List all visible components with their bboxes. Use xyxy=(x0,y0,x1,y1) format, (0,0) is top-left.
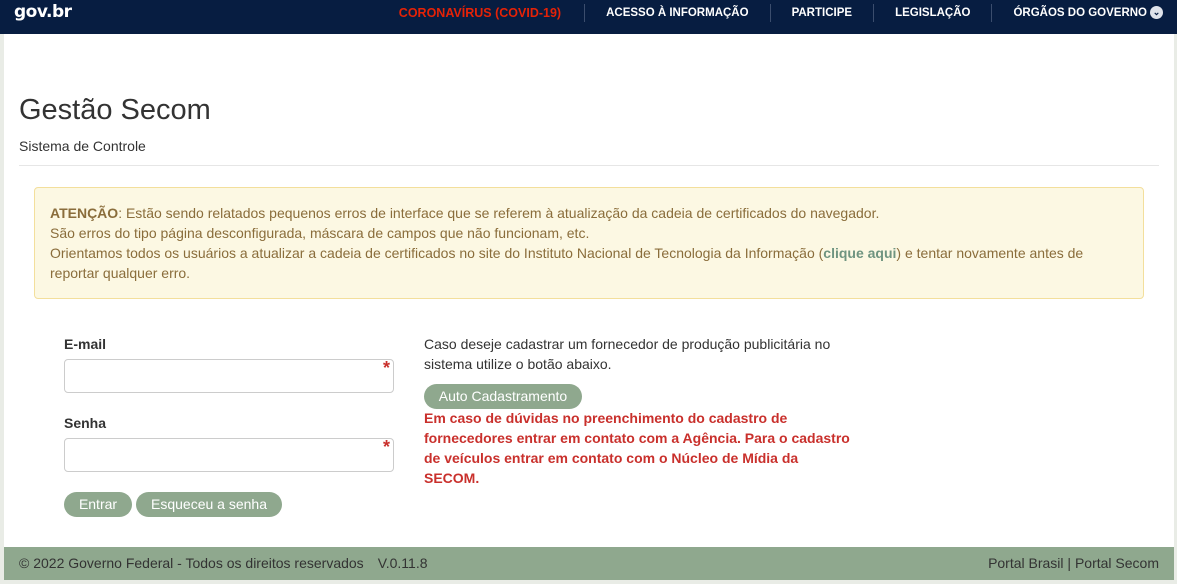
warning-alert: ATENÇÃO: Estão sendo relatados pequenos … xyxy=(34,187,1144,299)
footer-copyright: © 2022 Governo Federal - Todos os direit… xyxy=(19,555,364,571)
footer-link-separator: | xyxy=(1063,555,1075,571)
nav-item-acesso-informacao[interactable]: ACESSO À INFORMAÇÃO xyxy=(585,1,769,25)
alert-strong: ATENÇÃO xyxy=(50,205,119,221)
nav-item-participe[interactable]: PARTICIPE xyxy=(771,1,874,25)
gov-top-bar: gov.br CORONAVÍRUS (COVID-19) ACESSO À I… xyxy=(0,0,1177,34)
password-field-wrap: * xyxy=(64,437,394,472)
alert-line2: São erros do tipo página desconfigurada,… xyxy=(50,225,590,241)
page-container: Gestão Secom Sistema de Controle ATENÇÃO… xyxy=(4,34,1174,547)
forgot-password-button[interactable]: Esqueceu a senha xyxy=(136,492,282,517)
register-warning-text: Em caso de dúvidas no preenchimento do c… xyxy=(424,410,850,486)
page-subtitle: Sistema de Controle xyxy=(19,138,146,154)
nav-item-covid[interactable]: CORONAVÍRUS (COVID-19) xyxy=(378,1,584,25)
password-field[interactable] xyxy=(65,439,393,471)
email-label: E-mail xyxy=(64,336,107,352)
email-field[interactable] xyxy=(65,360,393,392)
page-title: Gestão Secom xyxy=(19,94,211,126)
header-divider xyxy=(19,165,1159,166)
password-label: Senha xyxy=(64,415,107,431)
nav-item-legislacao[interactable]: LEGISLAÇÃO xyxy=(874,1,991,25)
nav-item-orgaos-governo[interactable]: ÓRGÃOS DO GOVERNO ⌄ xyxy=(992,1,1177,25)
footer-links: Portal Brasil | Portal Secom xyxy=(988,547,1159,580)
alert-line1: : Estão sendo relatados pequenos erros d… xyxy=(118,205,880,221)
email-field-wrap: * xyxy=(64,358,394,393)
required-asterisk-icon: * xyxy=(382,358,390,378)
portal-brasil-link[interactable]: Portal Brasil xyxy=(988,555,1063,571)
auto-cadastramento-button[interactable]: Auto Cadastramento xyxy=(424,384,582,409)
logo-text-br: .br xyxy=(46,2,72,22)
alert-line3-start: Orientamos todos os usuários a atualizar… xyxy=(50,245,824,261)
logo-text-gov: gov xyxy=(14,2,47,22)
nav-item-orgaos-label: ÓRGÃOS DO GOVERNO xyxy=(1013,7,1147,19)
gov-nav: CORONAVÍRUS (COVID-19) ACESSO À INFORMAÇ… xyxy=(378,0,1177,26)
footer: © 2022 Governo Federal - Todos os direit… xyxy=(4,547,1174,580)
chevron-down-icon[interactable]: ⌄ xyxy=(1150,6,1163,19)
footer-left: © 2022 Governo Federal - Todos os direit… xyxy=(19,547,428,580)
entrar-button[interactable]: Entrar xyxy=(64,492,132,517)
govbr-logo[interactable]: gov.br xyxy=(14,2,72,22)
clique-aqui-link[interactable]: clique aqui xyxy=(823,245,896,261)
portal-secom-link[interactable]: Portal Secom xyxy=(1075,555,1159,571)
register-info-text: Caso deseje cadastrar um fornecedor de p… xyxy=(424,336,831,372)
required-asterisk-icon: * xyxy=(382,437,390,457)
footer-version: V.0.11.8 xyxy=(377,555,428,571)
